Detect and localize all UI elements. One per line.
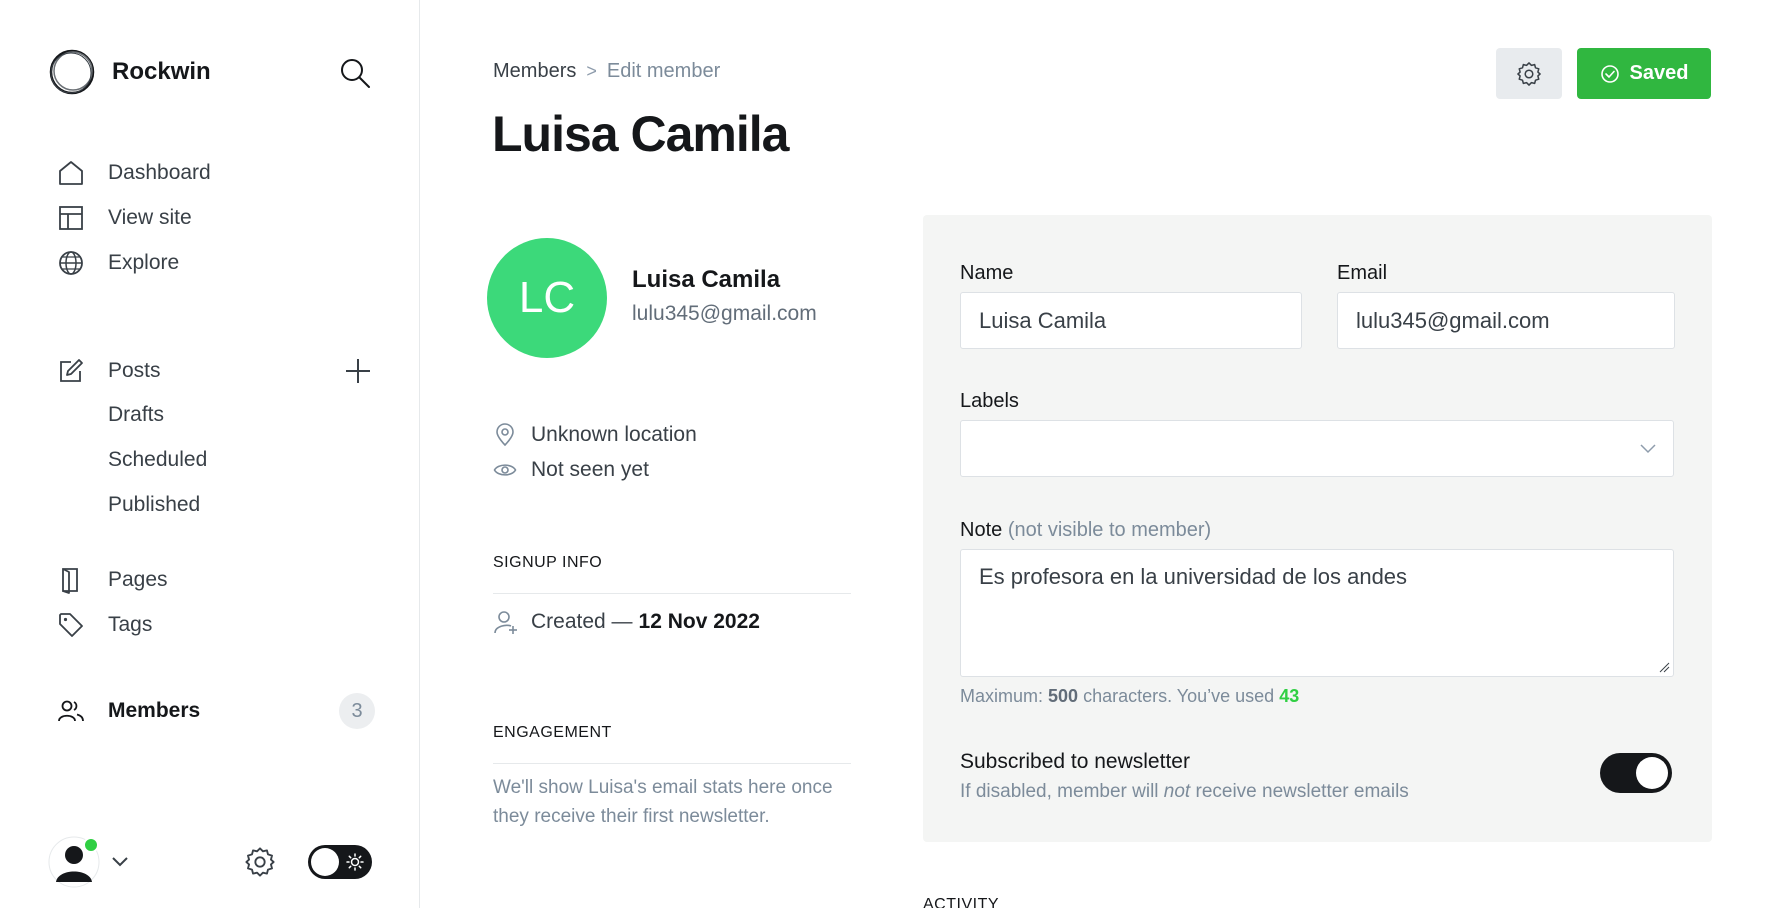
brand[interactable]: Rockwin xyxy=(48,48,211,96)
page-icon xyxy=(56,565,86,595)
divider xyxy=(493,763,851,764)
member-name: Luisa Camila xyxy=(632,266,781,293)
sidebar-item-scheduled[interactable]: Scheduled xyxy=(108,443,207,477)
sidebar-item-dashboard[interactable]: Dashboard xyxy=(56,155,211,191)
sidebar: Rockwin Dashboard View site Explore Post… xyxy=(0,0,420,908)
globe-icon xyxy=(56,248,86,278)
note-char-count: Maximum: 500 characters. You’ve used 43 xyxy=(960,686,1299,707)
newsletter-desc-before: If disabled, member will xyxy=(960,781,1164,802)
char-count-middle: characters. You’ve used xyxy=(1078,686,1280,706)
sidebar-item-members[interactable]: Members xyxy=(56,693,200,729)
newsletter-desc-em: not xyxy=(1163,781,1191,802)
sidebar-item-label: Members xyxy=(108,699,201,722)
chevron-down-icon[interactable] xyxy=(110,855,130,869)
brand-name: Rockwin xyxy=(112,58,211,85)
created-label: Created — xyxy=(531,610,633,633)
sidebar-item-tags[interactable]: Tags xyxy=(56,607,152,643)
sidebar-item-label: Posts xyxy=(108,359,161,382)
toggle-knob xyxy=(311,848,339,876)
brand-logo-icon xyxy=(49,49,95,95)
member-last-seen: Not seen yet xyxy=(493,458,649,482)
engagement-heading: ENGAGEMENT xyxy=(493,724,612,741)
newsletter-toggle[interactable] xyxy=(1600,753,1672,793)
breadcrumb-members-link[interactable]: Members xyxy=(493,60,576,83)
theme-toggle[interactable] xyxy=(308,845,372,879)
gear-icon xyxy=(1517,61,1541,86)
sidebar-item-pages[interactable]: Pages xyxy=(56,562,168,598)
member-email: lulu345@gmail.com xyxy=(632,302,817,325)
note-textarea-value: Es profesora en la universidad de los an… xyxy=(979,564,1408,589)
char-count-max: 500 xyxy=(1048,686,1079,706)
search-icon[interactable] xyxy=(338,56,372,90)
note-textarea[interactable]: Es profesora en la universidad de los an… xyxy=(960,549,1674,677)
sidebar-item-explore[interactable]: Explore xyxy=(56,245,179,281)
name-field[interactable]: Luisa Camila xyxy=(960,292,1302,349)
member-last-seen-text: Not seen yet xyxy=(531,458,649,481)
note-label-text: Note xyxy=(960,519,1003,541)
member-settings-button[interactable] xyxy=(1496,48,1562,99)
sidebar-item-posts[interactable]: Posts xyxy=(56,353,161,389)
sidebar-item-published[interactable]: Published xyxy=(108,488,200,522)
tag-icon xyxy=(56,610,86,640)
members-count-badge: 3 xyxy=(339,693,375,729)
created-date: 12 Nov 2022 xyxy=(638,610,760,633)
layout-icon xyxy=(56,203,86,233)
location-pin-icon xyxy=(496,423,514,447)
members-icon xyxy=(56,696,86,726)
resize-grip-icon[interactable] xyxy=(1658,661,1670,673)
char-count-prefix: Maximum: xyxy=(960,686,1049,706)
char-count-used: 43 xyxy=(1279,686,1300,706)
check-circle-icon xyxy=(1600,64,1619,83)
save-button-label: Saved xyxy=(1629,62,1689,84)
member-location-text: Unknown location xyxy=(531,423,697,446)
sun-icon xyxy=(346,853,364,871)
sidebar-item-label: Pages xyxy=(108,568,168,591)
email-label: Email xyxy=(1337,262,1388,284)
labels-select[interactable] xyxy=(960,420,1674,477)
home-icon xyxy=(56,158,86,188)
chevron-down-icon xyxy=(1640,444,1656,454)
user-add-icon xyxy=(494,611,517,634)
engagement-text: We'll show Luisa's email stats here once… xyxy=(493,777,833,827)
online-status-dot xyxy=(83,837,99,853)
sidebar-item-drafts[interactable]: Drafts xyxy=(108,398,164,432)
name-label: Name xyxy=(960,262,1014,284)
activity-heading: ACTIVITY xyxy=(923,896,1000,908)
toggle-knob xyxy=(1636,757,1668,789)
labels-label: Labels xyxy=(960,390,1019,412)
member-location: Unknown location xyxy=(493,423,697,447)
signup-info-heading: SIGNUP INFO xyxy=(493,554,603,571)
breadcrumb-separator: > xyxy=(586,61,597,81)
sidebar-item-view-site[interactable]: View site xyxy=(56,200,192,236)
sidebar-item-label: Tags xyxy=(108,613,153,636)
member-avatar: LC xyxy=(487,238,607,358)
sidebar-item-label: Dashboard xyxy=(108,161,211,184)
gear-icon[interactable] xyxy=(244,846,276,878)
breadcrumb-current: Edit member xyxy=(606,60,721,82)
add-post-icon[interactable] xyxy=(342,355,374,387)
sidebar-item-label: View site xyxy=(108,206,192,229)
breadcrumb: Members > Edit member xyxy=(493,60,720,83)
note-label: Note (not visible to member) xyxy=(960,519,1211,542)
sidebar-item-label: Explore xyxy=(108,251,180,274)
eye-icon xyxy=(493,464,517,476)
created-row: Created — 12 Nov 2022 xyxy=(493,609,760,635)
email-field[interactable]: lulu345@gmail.com xyxy=(1337,292,1675,349)
edit-icon xyxy=(56,356,86,386)
page-title: Luisa Camila xyxy=(492,106,789,162)
divider xyxy=(493,593,851,594)
newsletter-description: If disabled, member will not receive new… xyxy=(960,781,1409,803)
note-label-hint: (not visible to member) xyxy=(1007,519,1212,541)
newsletter-title: Subscribed to newsletter xyxy=(960,750,1190,773)
newsletter-desc-after: receive newsletter emails xyxy=(1190,781,1409,802)
save-button[interactable]: Saved xyxy=(1577,48,1711,99)
